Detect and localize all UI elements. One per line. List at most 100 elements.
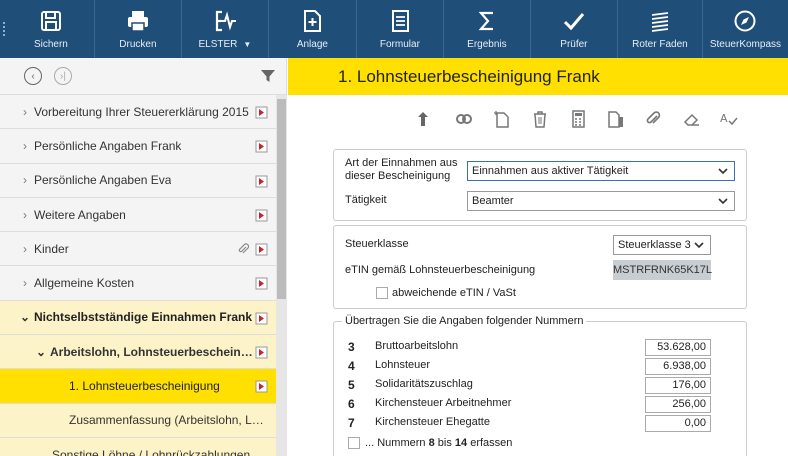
filter-icon[interactable]: [260, 68, 276, 84]
paperclip-icon[interactable]: [237, 242, 249, 256]
steuerkompass-button[interactable]: SteuerKompass: [703, 0, 788, 58]
sidebar-list: › Vorbereitung Ihrer Steuererklärung 201…: [0, 95, 276, 456]
steuerklasse-value: Steuerklasse 3: [618, 239, 691, 251]
art-der-einnahmen-select[interactable]: Einnahmen aus aktiver Tätigkeit: [467, 161, 735, 181]
sidebar-item-label: Persönliche Angaben Frank: [34, 138, 182, 153]
sidebar-item-label: Weitere Angaben: [34, 207, 126, 222]
sum-icon: [478, 11, 493, 31]
sidebar-item-kinder[interactable]: › Kinder: [0, 232, 276, 267]
flag-icon[interactable]: [255, 380, 268, 393]
flag-icon[interactable]: [255, 277, 268, 290]
form-action-icons: A: [416, 110, 758, 128]
back-button[interactable]: ‹: [24, 67, 42, 85]
print-button[interactable]: Drucken: [95, 0, 182, 58]
nummern-suffix: erfassen: [470, 437, 513, 449]
elster-label-wrap: ELSTER ▼: [198, 39, 251, 50]
print-icon: [127, 11, 148, 32]
link-icon[interactable]: [454, 110, 474, 128]
lohnsteuer-input[interactable]: 6.938,00: [645, 358, 711, 375]
row-label: Kirchensteuer Ehegatte: [375, 416, 490, 428]
sidebar-item-nichtselbststaendige[interactable]: ⌄ Nichtselbstständige Einnahmen Frank: [0, 300, 276, 336]
document-edit-icon[interactable]: [606, 110, 626, 128]
taetigkeit-label: Tätigkeit: [345, 194, 387, 206]
elster-label: ELSTER: [198, 39, 238, 50]
bruttoarbeitslohn-input[interactable]: 53.628,00: [645, 339, 711, 356]
skip-forward-button[interactable]: ›|: [54, 67, 72, 85]
row-number: 5: [348, 378, 355, 392]
save-button[interactable]: Sichern: [8, 0, 95, 58]
etin-value-field: MSTRFRNK65K17L: [613, 260, 712, 280]
navigation-sidebar: ‹ ›| › Vorbereitung Ihrer Steuererklärun…: [0, 58, 287, 456]
steuerklasse-panel: Steuerklasse Steuerklasse 3 eTIN gemäß L…: [333, 225, 747, 309]
sidebar-item-arbeitslohn[interactable]: ⌄ Arbeitslohn, Lohnsteuerbescheinigung: [0, 335, 276, 370]
sidebar-item-vorbereitung[interactable]: › Vorbereitung Ihrer Steuererklärung 201…: [0, 95, 276, 130]
pruefer-label: Prüfer: [560, 39, 588, 50]
sidebar-item-label: Arbeitslohn, Lohnsteuerbescheinigung: [50, 344, 255, 359]
nummern-8-14-label: ... Nummern 8 bis 14 erfassen: [365, 437, 512, 449]
elster-button[interactable]: ELSTER ▼: [182, 0, 269, 58]
toolbar-grip[interactable]: [0, 0, 8, 58]
flag-icon[interactable]: [255, 106, 268, 119]
spellcheck-icon[interactable]: A: [720, 110, 740, 128]
row-number: 4: [348, 359, 355, 373]
sidebar-item-sonstige-loehne[interactable]: Sonstige Löhne / Lohnrückzahlungen / Ste…: [0, 437, 276, 456]
steuerklasse-select[interactable]: Steuerklasse 3: [613, 235, 711, 255]
chevron-down-icon: ⌄: [19, 310, 31, 325]
sidebar-item-label: Nichtselbstständige Einnahmen Frank: [34, 310, 253, 325]
sidebar-item-lohnsteuerbescheinigung-1[interactable]: 1. Lohnsteuerbescheinigung: [0, 369, 276, 404]
nummern-8: 8: [428, 437, 435, 449]
sidebar-item-label: Persönliche Angaben Eva: [34, 173, 172, 188]
sidebar-item-persoenliche-eva[interactable]: › Persönliche Angaben Eva: [0, 164, 276, 198]
flag-icon[interactable]: [255, 175, 268, 188]
new-page-icon[interactable]: [492, 110, 512, 128]
sidebar-item-weitere-angaben[interactable]: › Weitere Angaben: [0, 198, 276, 233]
sidebar-item-zusammenfassung[interactable]: Zusammenfassung (Arbeitslohn, Lohnsteuer…: [0, 403, 276, 438]
sidebar-scrollbar[interactable]: [276, 95, 287, 456]
row-number: 6: [348, 397, 355, 411]
upload-icon[interactable]: [416, 110, 436, 128]
einnahmen-panel: Art der Einnahmen aus dieser Bescheinigu…: [333, 149, 747, 221]
solidaritaetszuschlag-input[interactable]: 176,00: [645, 377, 711, 394]
flag-icon[interactable]: [255, 312, 268, 325]
check-icon: [563, 13, 585, 31]
roter-faden-label: Roter Faden: [632, 39, 688, 50]
formular-label: Formular: [379, 39, 420, 50]
sidebar-item-label: Kinder: [34, 241, 69, 256]
nummern-bis: bis: [437, 437, 452, 449]
sidebar-scroll-thumb[interactable]: [277, 99, 286, 299]
flag-icon[interactable]: [255, 346, 268, 359]
taetigkeit-value: Beamter: [472, 195, 514, 207]
steuerklasse-label: Steuerklasse: [345, 238, 409, 250]
kirchensteuer-arbeitnehmer-input[interactable]: 256,00: [645, 396, 711, 413]
pruefer-button[interactable]: Prüfer: [531, 0, 618, 58]
abweichende-etin-checkbox[interactable]: [376, 287, 388, 299]
chevron-right-icon: ›: [23, 207, 27, 222]
elster-dropdown-icon[interactable]: ▼: [243, 40, 251, 49]
ergebnis-button[interactable]: Ergebnis: [444, 0, 531, 58]
sidebar-item-allgemeine-kosten[interactable]: › Allgemeine Kosten: [0, 266, 276, 301]
nummern-8-14-checkbox[interactable]: [348, 437, 360, 449]
formular-button[interactable]: Formular: [357, 0, 444, 58]
uebertragen-label: Übertragen Sie die Angaben folgender Num…: [342, 315, 587, 327]
trash-icon[interactable]: [530, 110, 550, 128]
anlage-button[interactable]: Anlage: [269, 0, 357, 58]
row-label: Kirchensteuer Arbeitnehmer: [375, 397, 512, 409]
flag-icon[interactable]: [255, 140, 268, 153]
flag-icon[interactable]: [255, 209, 268, 222]
flag-icon[interactable]: [255, 243, 268, 256]
main-content: 1. Lohnsteuerbescheinigung Frank A Art d…: [288, 58, 788, 456]
calculator-icon[interactable]: [568, 110, 588, 128]
row-label: Solidaritätszuschlag: [375, 378, 473, 390]
sidebar-item-persoenliche-frank[interactable]: › Persönliche Angaben Frank: [0, 129, 276, 164]
chevron-down-icon: [694, 242, 704, 249]
kirchensteuer-ehegatte-input[interactable]: 0,00: [645, 415, 711, 432]
chevron-right-icon: ›: [23, 138, 27, 153]
steuerkompass-label: SteuerKompass: [709, 39, 782, 50]
taetigkeit-select[interactable]: Beamter: [467, 191, 735, 211]
attachment-icon[interactable]: [644, 110, 664, 128]
chevron-down-icon: [718, 168, 728, 175]
eraser-icon[interactable]: [682, 110, 702, 128]
chevron-down-icon: ⌄: [35, 344, 47, 359]
roter-faden-button[interactable]: Roter Faden: [618, 0, 703, 58]
ergebnis-label: Ergebnis: [467, 39, 507, 50]
